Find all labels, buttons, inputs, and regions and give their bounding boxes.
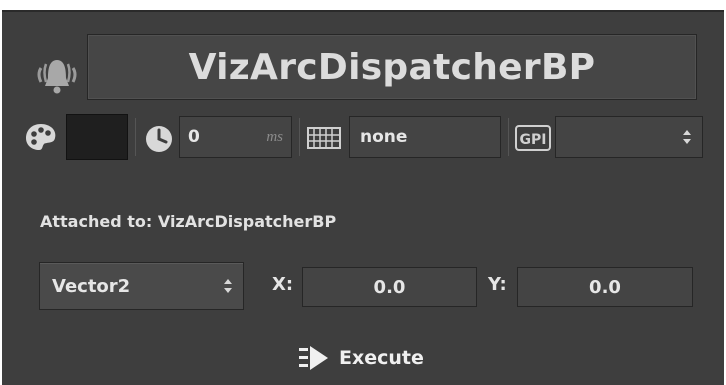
delay-unit: ms	[266, 128, 283, 145]
execute-button[interactable]: Execute	[299, 342, 424, 374]
execute-icon	[299, 346, 328, 370]
delay-field[interactable]: 0 ms	[179, 116, 292, 158]
dispatcher-panel: VizArcDispatcherBP 0 ms none GPI Attache…	[2, 10, 724, 385]
type-select[interactable]: Vector2	[39, 262, 244, 310]
type-select-value: Vector2	[52, 275, 131, 297]
x-label: X:	[272, 274, 294, 295]
divider	[508, 118, 509, 156]
gpi-icon-label: GPI	[520, 132, 547, 148]
gpi-icon: GPI	[515, 125, 551, 151]
y-value-field[interactable]: 0.0	[517, 267, 693, 307]
divider	[135, 118, 136, 156]
bell-icon[interactable]	[35, 52, 79, 104]
updown-arrows-icon	[683, 130, 691, 144]
palette-icon	[24, 122, 58, 152]
key-field[interactable]: none	[349, 116, 501, 158]
divider	[299, 118, 300, 156]
delay-value: 0	[188, 127, 200, 147]
updown-arrows-icon	[224, 279, 232, 293]
y-label: Y:	[488, 274, 507, 295]
clock-icon	[144, 124, 174, 154]
gpi-select[interactable]	[555, 116, 703, 158]
x-value-field[interactable]: 0.0	[302, 267, 477, 307]
execute-label: Execute	[339, 347, 424, 369]
keyboard-icon	[307, 127, 341, 149]
title-field[interactable]: VizArcDispatcherBP	[87, 34, 697, 100]
color-swatch[interactable]	[66, 114, 128, 160]
attached-label: Attached to: VizArcDispatcherBP	[40, 212, 337, 231]
